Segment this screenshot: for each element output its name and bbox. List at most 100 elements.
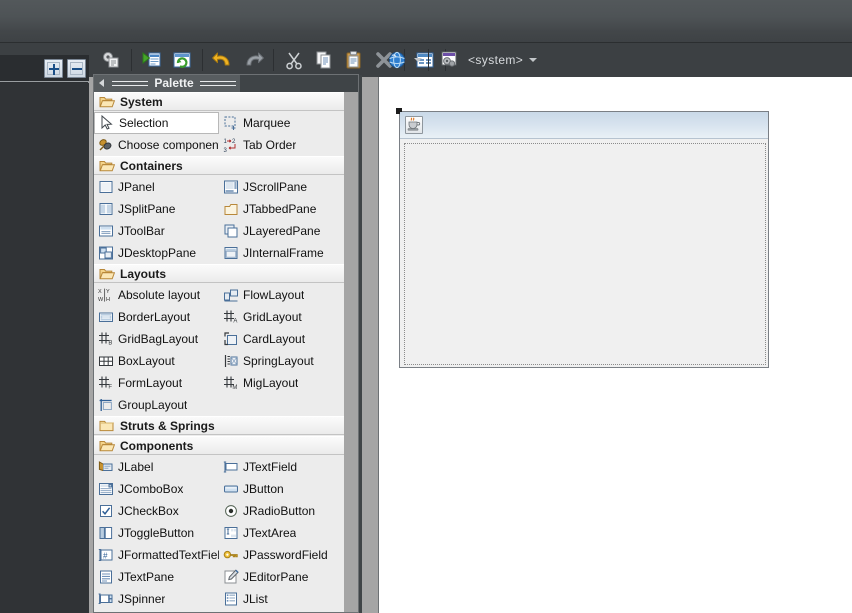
palette-category-layouts[interactable]: Layouts (94, 264, 345, 283)
palette-item-jbutton[interactable]: JButton (219, 478, 344, 500)
palette-item-label: BoxLayout (118, 354, 175, 368)
expand-all-icon[interactable] (44, 59, 63, 78)
palette-item-label: JScrollPane (243, 180, 308, 194)
borderlayout-icon (98, 309, 114, 325)
palette-category-system[interactable]: System (94, 92, 345, 111)
palette-item-borderlayout[interactable]: BorderLayout (94, 306, 219, 328)
copy-icon[interactable] (311, 47, 337, 73)
jdesktoppane-icon (98, 245, 114, 261)
palette-item-jpanel[interactable]: JPanel (94, 176, 219, 198)
palette-item-jcombobox[interactable]: JComboBox (94, 478, 219, 500)
lookandfeel-icon[interactable] (436, 47, 462, 73)
palette-item-label: JTextField (243, 460, 298, 474)
choose-component-icon (98, 137, 114, 153)
app-window: <system> Palette System Selection Marquee C… (0, 0, 852, 613)
refresh-icon[interactable] (169, 47, 195, 73)
palette-item-jtabbedpane[interactable]: JTabbedPane (219, 198, 344, 220)
palette-item-marquee[interactable]: Marquee (219, 112, 344, 134)
paste-icon[interactable] (341, 47, 367, 73)
palette-item-jlabel[interactable]: JLabel (94, 456, 219, 478)
palette-titlebar[interactable]: Palette (94, 74, 358, 92)
grip-left (112, 80, 149, 86)
flowlayout-icon (223, 287, 239, 303)
window-titlebar-area (0, 0, 852, 30)
palette-item-grid: X Y W H Absolute layout FlowLayout BorderLayou… (94, 284, 345, 416)
palette-item-formlayout[interactable]: F FormLayout (94, 372, 219, 394)
palette-item-tab-order[interactable]: 1 2 3 Tab Order (219, 134, 344, 156)
palette-item-label: JTabbedPane (243, 202, 317, 216)
palette-item-label: JDesktopPane (118, 246, 197, 260)
palette-category-struts-springs[interactable]: Struts & Springs (94, 416, 345, 435)
palette-item-label: JSpinner (118, 592, 166, 606)
palette-category-label: Struts & Springs (120, 418, 215, 433)
design-canvas[interactable] (378, 77, 852, 613)
palette-item-cardlayout[interactable]: CardLayout (219, 328, 344, 350)
locale-dropdown-arrow[interactable] (412, 47, 423, 73)
jlayeredpane-icon (223, 223, 239, 239)
palette-item-jeditorpane[interactable]: JEditorPane (219, 566, 344, 588)
grouplayout-icon (98, 397, 114, 413)
palette-item-grouplayout[interactable]: GroupLayout (94, 394, 219, 416)
palette-item-selection[interactable]: Selection (94, 112, 219, 134)
palette-item-jsplitpane[interactable]: JSplitPane (94, 198, 219, 220)
palette-item-choose-component[interactable]: Choose component (94, 134, 219, 156)
palette-item-label: SpringLayout (243, 354, 314, 368)
collapse-all-icon[interactable] (67, 59, 86, 78)
jsplitpane-icon (98, 201, 114, 217)
palette-item-label: JButton (243, 482, 284, 496)
palette-item-boxlayout[interactable]: BoxLayout (94, 350, 219, 372)
palette-item-jinternalframe[interactable]: JInternalFrame (219, 242, 344, 264)
undo-icon[interactable] (210, 47, 236, 73)
palette-item-jspinner[interactable]: JSpinner (94, 588, 219, 610)
cut-icon[interactable] (281, 47, 307, 73)
palette-category-label: Components (120, 438, 194, 453)
toolbar-separator (273, 48, 274, 71)
palette-item-jpasswordfield[interactable]: JPasswordField (219, 544, 344, 566)
palette-item-jtoolbar[interactable]: JToolBar (94, 220, 219, 242)
palette-category-label: Layouts (120, 266, 167, 281)
globe-icon[interactable] (384, 47, 410, 73)
palette-category-containers[interactable]: Containers (94, 156, 345, 175)
palette-item-jscrollpane[interactable]: JScrollPane (219, 176, 344, 198)
svg-text:F: F (108, 385, 112, 391)
palette-scrollbar[interactable] (344, 92, 358, 612)
palette-item-jtextarea[interactable]: JTextArea (219, 522, 344, 544)
palette-item-jcheckbox[interactable]: JCheckBox (94, 500, 219, 522)
palette-item-springlayout[interactable]: SpringLayout (219, 350, 344, 372)
left-panel-body[interactable] (0, 83, 89, 613)
palette-right-edge (359, 75, 362, 613)
palette-item-jdesktoppane[interactable]: JDesktopPane (94, 242, 219, 264)
springlayout-icon (223, 353, 239, 369)
test-gui-icon[interactable] (98, 47, 124, 73)
palette-item-jtextfield[interactable]: JTextField (219, 456, 344, 478)
palette-scroll-area[interactable]: System Selection Marquee Choose component 1 2… (94, 92, 358, 612)
palette-item-gridlayout[interactable]: A GridLayout (219, 306, 344, 328)
toolbar-separator (428, 48, 429, 71)
lookandfeel-dropdown-arrow[interactable] (527, 47, 538, 73)
palette-item-jtogglebutton[interactable]: JToggleButton (94, 522, 219, 544)
palette-item-gridbaglayout[interactable]: B GridBagLayout (94, 328, 219, 350)
palette-item-jlist[interactable]: JList (219, 588, 344, 610)
redo-icon[interactable] (240, 47, 266, 73)
jspinner-icon (98, 591, 114, 607)
jframe-content-pane[interactable] (404, 143, 766, 365)
palette-category-components[interactable]: Components (94, 436, 345, 455)
palette-item-flowlayout[interactable]: FlowLayout (219, 284, 344, 306)
palette-item-label: JCheckBox (118, 504, 179, 518)
palette-item-absolute-layout[interactable]: X Y W H Absolute layout (94, 284, 219, 306)
palette-item-jtree[interactable]: JTree (219, 610, 344, 612)
palette-item-jtextpane[interactable]: JTextPane (94, 566, 219, 588)
run-icon[interactable] (139, 47, 165, 73)
jformattedtextfield-icon: # (98, 547, 114, 563)
palette-item-miglayout[interactable]: M MigLayout (219, 372, 344, 394)
palette-item-jformattedtextfield[interactable]: # JFormattedTextField (94, 544, 219, 566)
palette-item-jtable[interactable]: JTable (94, 610, 219, 612)
palette-item-jlayeredpane[interactable]: JLayeredPane (219, 220, 344, 242)
palette-collapse-icon[interactable] (94, 74, 108, 92)
palette-item-label: GridLayout (243, 310, 302, 324)
palette-item-jradiobutton[interactable]: JRadioButton (219, 500, 344, 522)
svg-text:X: X (98, 289, 102, 295)
jframe-preview[interactable] (396, 108, 769, 368)
palette-scrollbar-thumb[interactable] (345, 148, 357, 298)
boxlayout-icon (98, 353, 114, 369)
